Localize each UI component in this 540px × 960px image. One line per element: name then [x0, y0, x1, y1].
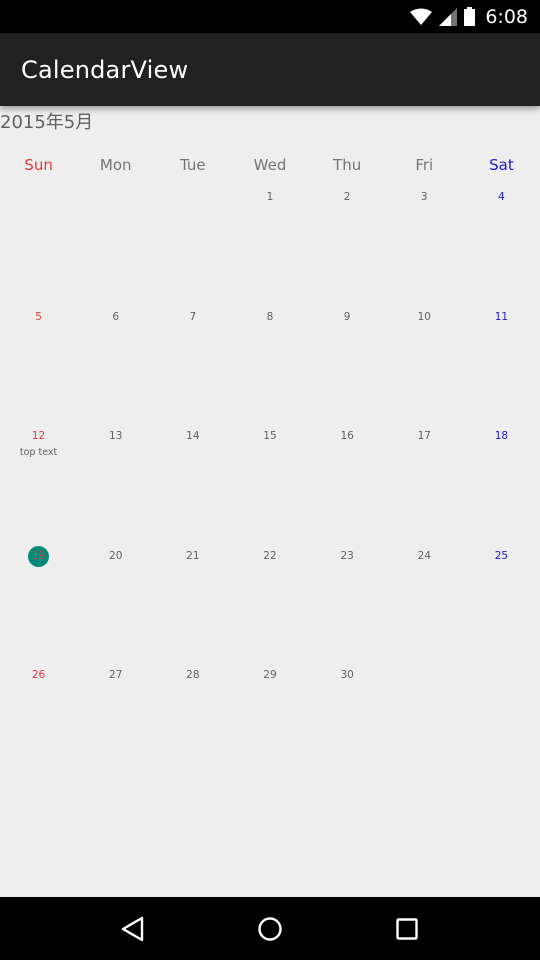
status-time: 6:08 [485, 5, 528, 28]
day-cell[interactable]: 12 top text [0, 424, 77, 544]
wifi-icon [410, 8, 433, 26]
empty-day-cell [463, 663, 540, 783]
day-cell[interactable]: 14 [154, 424, 231, 544]
empty-day-cell [0, 185, 77, 305]
day-number: 26 [31, 669, 46, 681]
day-cell[interactable]: 13 [77, 424, 154, 544]
day-number: 5 [35, 310, 42, 323]
day-number: 3 [420, 191, 428, 203]
app-title: CalendarView [21, 55, 189, 84]
day-cell[interactable]: 16 [309, 424, 386, 544]
day-number: 9 [343, 310, 351, 323]
day-cell[interactable]: 3 [386, 185, 463, 305]
day-cell[interactable]: 29 [231, 663, 308, 783]
back-icon[interactable] [109, 905, 157, 953]
day-cell[interactable]: 1 [231, 185, 308, 305]
day-cell[interactable]: 17 [386, 424, 463, 544]
weekday-wed: Wed [253, 156, 287, 174]
weekday-mon: Mon [99, 156, 132, 174]
day-number: 10 [417, 310, 431, 323]
status-bar: 6:08 [0, 0, 540, 33]
day-cell[interactable]: 23 [309, 544, 386, 664]
day-number: 27 [109, 669, 123, 681]
day-number: 18 [494, 430, 509, 442]
day-number: 13 [109, 430, 123, 442]
day-number: 2 [343, 191, 351, 203]
recents-icon[interactable] [383, 905, 431, 953]
day-number: 15 [263, 430, 277, 442]
day-number: 25 [494, 549, 509, 562]
weekday-tue: Tue [180, 156, 206, 174]
day-cell[interactable]: 7 [154, 305, 231, 425]
day-cell[interactable]: 8 [231, 305, 308, 425]
day-cell[interactable]: 25 [463, 544, 540, 664]
day-cell[interactable]: 30 [309, 663, 386, 783]
weekday-sun: Sun [24, 156, 53, 174]
day-cell[interactable]: 11 [463, 305, 540, 425]
day-cell[interactable]: 4 [463, 185, 540, 305]
day-number: 14 [186, 430, 200, 442]
day-cell[interactable]: 18 [463, 424, 540, 544]
day-cell[interactable]: 26 [0, 663, 77, 783]
app-bar: CalendarView [0, 33, 540, 106]
home-icon[interactable] [246, 905, 294, 953]
day-cell[interactable]: 10 [386, 305, 463, 425]
day-number: 28 [186, 669, 200, 681]
day-number: 24 [417, 549, 431, 562]
day-number: 29 [263, 669, 277, 681]
day-number: 16 [340, 430, 354, 442]
day-number: 7 [189, 310, 197, 323]
day-cell[interactable]: 20 [77, 544, 154, 664]
day-cell[interactable]: 15 [231, 424, 308, 544]
day-number: 21 [186, 549, 200, 562]
weekday-header: Sun Mon Tue Wed Thu Fri Sat [0, 156, 540, 176]
day-number: 20 [109, 549, 123, 562]
weekday-thu: Thu [333, 156, 362, 174]
day-cell[interactable]: 19 [0, 544, 77, 664]
day-number: 8 [266, 310, 274, 323]
day-cell[interactable]: 6 [77, 305, 154, 425]
month-title: 2015年5月 [0, 112, 94, 133]
navigation-bar [0, 897, 540, 960]
day-cell[interactable]: 2 [309, 185, 386, 305]
empty-day-cell [386, 663, 463, 783]
day-number: 22 [263, 549, 277, 562]
day-number: 4 [498, 191, 505, 203]
empty-day-cell [154, 185, 231, 305]
day-cell[interactable]: 24 [386, 544, 463, 664]
day-number: 1 [266, 191, 274, 203]
day-cell[interactable]: 9 [309, 305, 386, 425]
day-note: top text [19, 447, 58, 458]
day-number: 12 [31, 430, 46, 442]
battery-icon [464, 7, 476, 26]
calendar-grid: 1 2 3 4 5 6 7 8 9 10 11 12 top text 13 14 15 16 17 18 19 20 2… [0, 185, 540, 783]
day-cell[interactable]: 27 [77, 663, 154, 783]
day-cell[interactable]: 5 [0, 305, 77, 425]
weekday-fri: Fri [415, 156, 434, 174]
today-day-number: 19 [28, 545, 50, 567]
day-cell[interactable]: 21 [154, 544, 231, 664]
empty-day-cell [77, 185, 154, 305]
day-cell[interactable]: 22 [231, 544, 308, 664]
day-number: 30 [340, 669, 354, 681]
day-number: 11 [494, 310, 509, 323]
day-cell[interactable]: 28 [154, 663, 231, 783]
signal-icon [439, 7, 458, 26]
day-number: 17 [417, 430, 431, 442]
weekday-sat: Sat [489, 156, 514, 174]
day-number: 23 [340, 549, 354, 562]
day-number: 6 [112, 310, 120, 323]
